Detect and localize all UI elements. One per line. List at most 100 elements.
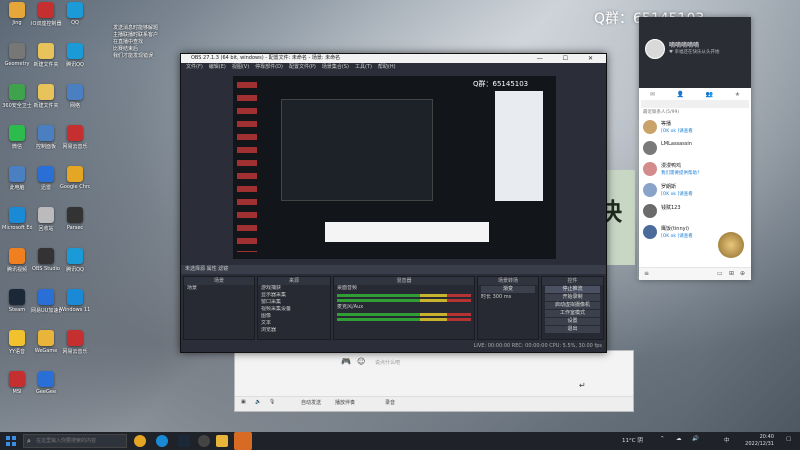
contacts-tab-icon[interactable]: 👤	[676, 91, 683, 98]
obs-titlebar[interactable]: OBS 27.1.3 (64 bit, windows) - 配置文件: 未命名…	[181, 54, 606, 63]
desktop-audio-slider[interactable]	[337, 299, 471, 302]
obs-control-button[interactable]: 工作室模式	[545, 310, 600, 317]
obs-menu-item[interactable]: 工具(T)	[355, 63, 372, 72]
desktop-icon[interactable]: 新建文件夹	[31, 84, 61, 118]
speaker-icon[interactable]: 🔈	[255, 399, 261, 405]
mic-icon[interactable]: 🎙	[269, 399, 275, 405]
source-item[interactable]: 显示器采集	[258, 292, 330, 299]
weather-text[interactable]: 11°C 阴	[622, 436, 643, 444]
message-tab-icon[interactable]: ✉	[650, 91, 655, 98]
contact-list-item[interactable]: 钱赋123	[639, 201, 751, 221]
obs-taskbar-icon[interactable]	[198, 435, 210, 447]
scene-item[interactable]: 场景	[184, 285, 254, 292]
mic-audio-slider[interactable]	[337, 318, 471, 321]
taskbar-clock[interactable]: 20:40 2022/12/31	[745, 434, 774, 448]
add-icon[interactable]: ⊕	[740, 270, 745, 277]
contact-list-item[interactable]: 罗朗斯 [OK ok ]请查看	[639, 180, 751, 200]
space-tab-icon[interactable]: ★	[735, 91, 740, 98]
desktop-icon[interactable]: 控制面板	[31, 125, 61, 159]
contact-list-item[interactable]: 漫漫鸭鸡 我们需要提供帮助?	[639, 159, 751, 179]
desktop-icon[interactable]: 网易UU加速器	[31, 289, 61, 323]
window-controls[interactable]: — ☐ ✕	[537, 54, 602, 63]
desktop-icon[interactable]: Parsec	[60, 207, 90, 241]
desktop-icon[interactable]: Steam	[2, 289, 32, 323]
avatar[interactable]	[645, 39, 665, 59]
desktop-icon[interactable]: Google Chrome	[60, 166, 90, 200]
desktop-icon[interactable]: 腾讯QQ	[60, 248, 90, 282]
taskbar-search[interactable]: ⌕	[23, 434, 127, 448]
search-input[interactable]	[36, 436, 124, 446]
source-item[interactable]: 浏览器	[258, 327, 330, 334]
menu-icon[interactable]: ≡	[644, 270, 649, 277]
desktop-icon[interactable]: QQ	[60, 2, 90, 36]
contact-list-item[interactable]: LMLassassin	[639, 138, 751, 158]
desktop-icon[interactable]: GeeGee	[31, 371, 61, 405]
desktop-icon[interactable]: Microsoft Edge	[2, 207, 32, 241]
steam-taskbar-icon[interactable]	[178, 435, 190, 447]
desktop-icon[interactable]: WeGame	[31, 330, 61, 364]
obs-control-button[interactable]: 开始录制	[545, 294, 600, 301]
obs-control-button[interactable]: 停止推流	[545, 286, 600, 293]
ime-indicator[interactable]: 中	[724, 436, 730, 444]
notification-icon[interactable]: ▢	[786, 436, 791, 442]
source-item[interactable]: 文本	[258, 320, 330, 327]
duration-input[interactable]: 300 ms	[493, 294, 512, 300]
obs-control-button[interactable]: 设置	[545, 318, 600, 325]
emoji-icon[interactable]: ☺	[357, 357, 365, 366]
gamepad-icon[interactable]: 🎮	[341, 357, 351, 366]
source-item[interactable]: 视频采集设备	[258, 306, 330, 313]
source-item[interactable]: 图像	[258, 313, 330, 320]
edge-taskbar-icon[interactable]	[156, 435, 168, 447]
app-icon[interactable]: ⊞	[729, 270, 734, 277]
desktop-icon[interactable]: IO双座控制器	[31, 2, 61, 36]
obs-menu-item[interactable]: 场景集合(S)	[322, 63, 349, 72]
desktop-icon[interactable]: 回收站	[31, 207, 61, 241]
desktop-icon[interactable]: OBS Studio	[31, 248, 61, 282]
volume-icon[interactable]: 🔊	[692, 436, 699, 442]
auto-send-button[interactable]: 自动发送	[301, 399, 321, 406]
obs-menu-item[interactable]: 帮助(H)	[378, 63, 396, 72]
desktop-icon[interactable]: 360安全卫士	[2, 84, 32, 118]
active-app-taskbar-icon[interactable]	[234, 432, 252, 450]
desktop-icon[interactable]: 网络	[60, 84, 90, 118]
desktop-icon[interactable]: 新建文件夹	[31, 43, 61, 77]
tray-up-icon[interactable]: ⌃	[660, 436, 665, 442]
obs-menu-item[interactable]: 停靠部件(D)	[255, 63, 283, 72]
obs-menu-item[interactable]: 配置文件(P)	[289, 63, 316, 72]
source-item[interactable]: 窗口采集	[258, 299, 330, 306]
groups-tab-icon[interactable]: 👥	[706, 91, 713, 98]
desktop-icon[interactable]: Jing	[2, 2, 32, 36]
desktop-icon[interactable]: Windows 11	[60, 289, 90, 323]
desktop-icon[interactable]: 网易云音乐	[60, 330, 90, 364]
desktop-icon[interactable]: 此电脑	[2, 166, 32, 200]
desktop-icon[interactable]: Geometry	[2, 43, 32, 77]
send-icon[interactable]: ↵	[579, 381, 586, 390]
desktop-icon[interactable]: 腾讯QQ	[60, 43, 90, 77]
source-item[interactable]: 游戏捕获	[258, 285, 330, 292]
chat-input[interactable]: 说点什么吧	[375, 359, 400, 366]
network-icon[interactable]: ☁	[676, 436, 682, 442]
obs-menu-item[interactable]: 编辑(E)	[209, 63, 226, 72]
desktop-icon[interactable]: 微信	[2, 125, 32, 159]
obs-menu-item[interactable]: 视图(V)	[232, 63, 249, 72]
windows-start-icon[interactable]	[6, 436, 16, 446]
source-toolbar[interactable]: 未选择源 属性 滤镜	[181, 265, 606, 274]
desktop-icon[interactable]: 迅雷	[31, 166, 61, 200]
screenshot-icon[interactable]: ▣	[241, 399, 246, 405]
qq-search-input[interactable]	[641, 100, 749, 108]
desktop-icon[interactable]: 网易云音乐	[60, 125, 90, 159]
qq-signature[interactable]: ♥ 幸福还在快乐从头开始	[669, 49, 719, 55]
desktop-icon[interactable]: YY语音	[2, 330, 32, 364]
accompaniment-button[interactable]: 播放伴奏	[335, 399, 355, 406]
desktop-icon[interactable]: MSI	[2, 371, 32, 405]
desktop-icon[interactable]: 腾讯视频	[2, 248, 32, 282]
obs-preview[interactable]: Q群：65145103	[233, 76, 556, 259]
obs-control-button[interactable]: 退出	[545, 326, 600, 333]
obs-control-button[interactable]: 启动虚拟摄像机	[545, 302, 600, 309]
record-button[interactable]: 录音	[385, 399, 395, 406]
obs-menu-item[interactable]: 文件(F)	[186, 63, 203, 72]
screen-icon[interactable]: ▭	[717, 270, 723, 277]
chrome-taskbar-icon[interactable]	[134, 435, 146, 447]
qq-taskbar-icon[interactable]	[216, 435, 228, 447]
contact-list-item[interactable]: 等播 [OK ok ]请查看	[639, 117, 751, 137]
